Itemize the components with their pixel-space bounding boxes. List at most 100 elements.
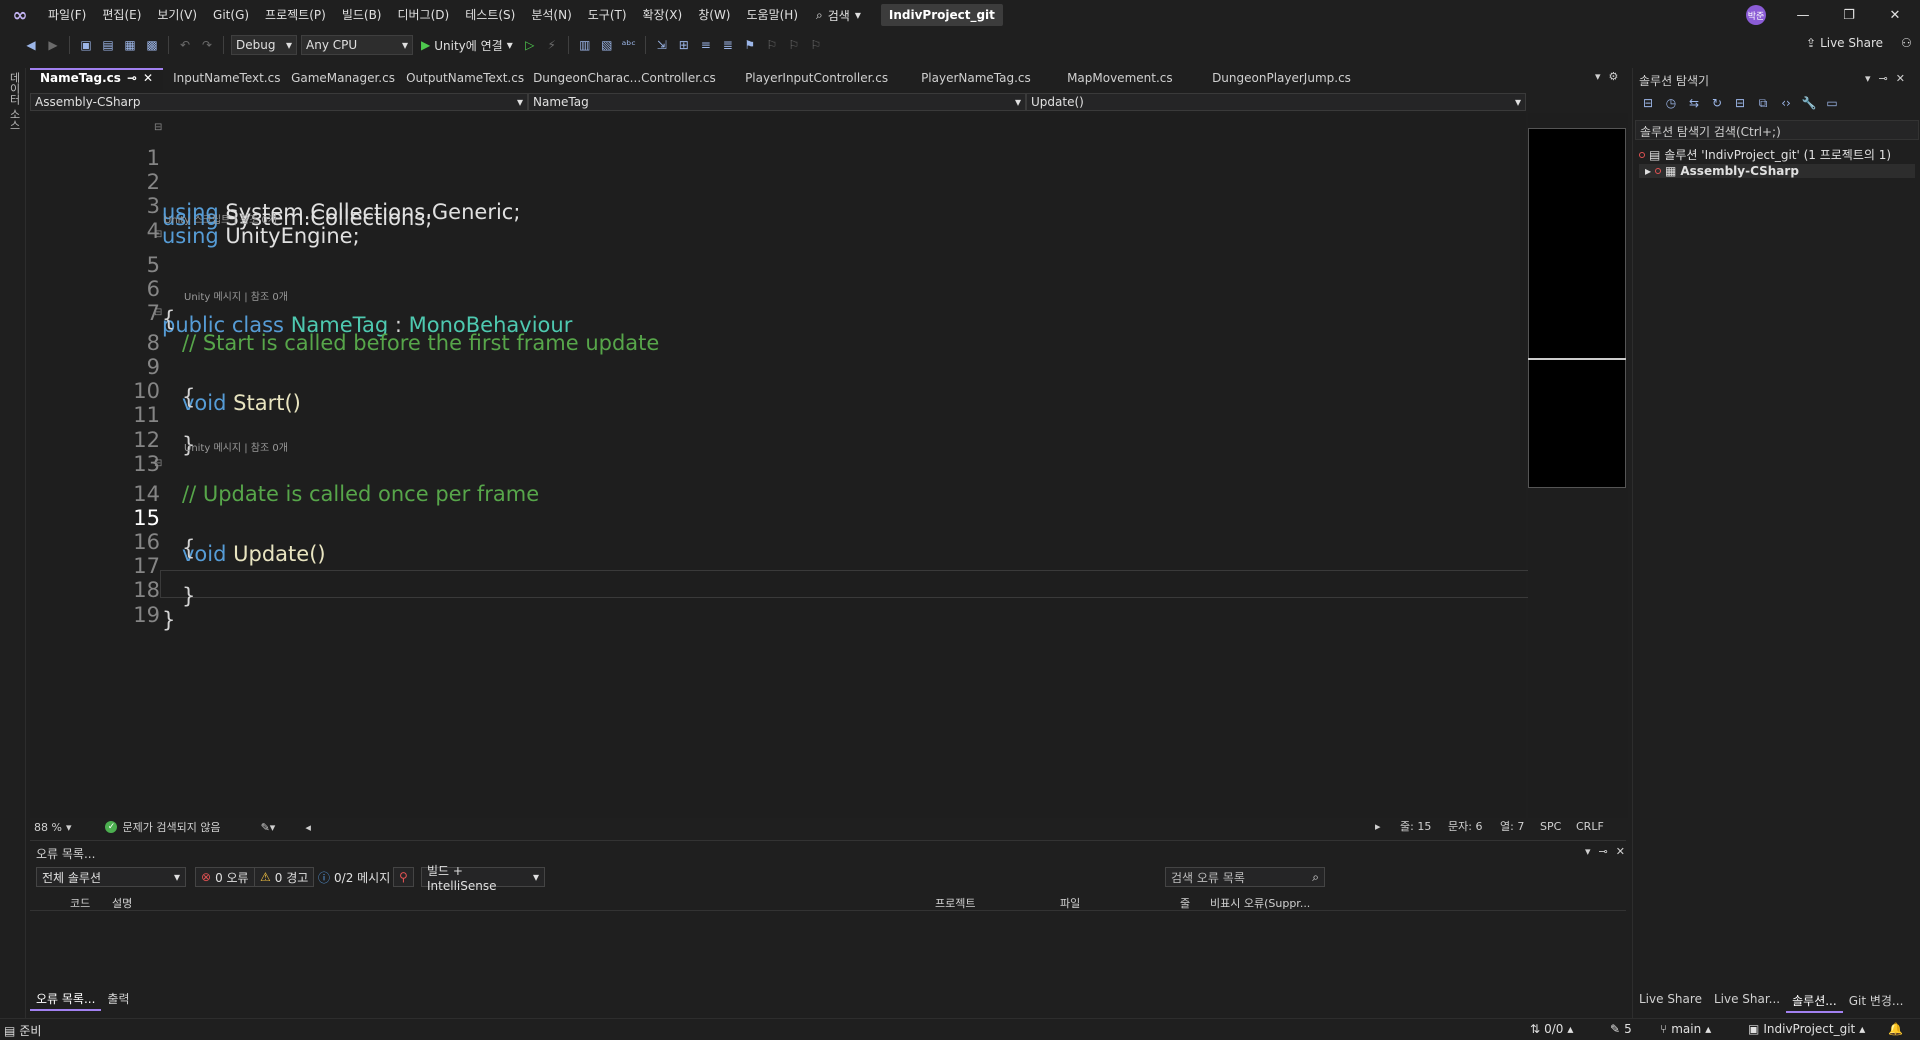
solution-name-badge[interactable]: IndivProject_git xyxy=(880,4,1003,26)
column-code[interactable]: 코드 xyxy=(70,895,90,911)
history-icon[interactable]: ◷ xyxy=(1662,94,1680,112)
tab-git-changes[interactable]: Git 변경... xyxy=(1843,990,1910,1013)
column-suppression[interactable]: 비표시 오류(Suppr... xyxy=(1210,895,1310,911)
code-view-icon[interactable]: ‹› xyxy=(1777,94,1795,112)
line-ending-indicator[interactable]: CRLF xyxy=(1576,818,1604,836)
tab-error-list[interactable]: 오류 목록... xyxy=(30,988,102,1011)
tab-playernametag[interactable]: PlayerNameTag.cs xyxy=(911,68,1057,90)
tree-item-project[interactable]: ▸ ▦ Assembly-CSharp xyxy=(1639,164,1915,178)
scope-select[interactable]: 전체 솔루션 ▾ xyxy=(36,867,186,887)
browse-icon[interactable]: ▥ xyxy=(576,36,594,54)
visual-studio-logo-icon[interactable]: ∞ xyxy=(0,0,40,30)
close-window-icon[interactable]: ✕ xyxy=(1872,0,1918,30)
tab-dungeonplayerjump[interactable]: DungeonPlayerJump.cs xyxy=(1202,68,1382,90)
tab-live-share[interactable]: Live Share xyxy=(1633,990,1708,1013)
new-project-icon[interactable]: ▣ xyxy=(77,36,95,54)
solution-search-input[interactable]: 솔루션 탐색기 검색(Ctrl+;) xyxy=(1635,120,1919,140)
collapse-all-icon[interactable]: ⊟ xyxy=(1731,94,1749,112)
redo-icon[interactable]: ↷ xyxy=(198,36,216,54)
menu-tools[interactable]: 도구(T) xyxy=(580,0,635,30)
close-icon[interactable]: ✕ xyxy=(143,71,153,90)
tab-gamemanager[interactable]: GameManager.cs xyxy=(281,68,396,90)
repository-selector[interactable]: ▣ IndivProject_git ▴ xyxy=(1748,1022,1865,1036)
menu-analyze[interactable]: 분석(N) xyxy=(523,0,579,30)
whitespace-indicator[interactable]: SPC xyxy=(1540,818,1561,836)
tab-live-share-2[interactable]: Live Shar... xyxy=(1708,990,1786,1013)
errors-filter-button[interactable]: ⊗ 0 오류 xyxy=(195,867,255,887)
clear-bookmarks-icon[interactable]: ⚐ xyxy=(807,36,825,54)
zoom-level[interactable]: 88 % xyxy=(34,821,62,834)
restore-icon[interactable]: ❐ xyxy=(1826,0,1872,30)
column-indicator[interactable]: 열: 7 xyxy=(1500,818,1524,836)
minimize-icon[interactable]: — xyxy=(1780,0,1826,30)
tab-dungeoncharactercontroller[interactable]: DungeonCharac...Controller.cs xyxy=(523,68,735,90)
tab-playerinputcontroller[interactable]: PlayerInputController.cs xyxy=(735,68,911,90)
column-file[interactable]: 파일 xyxy=(1060,895,1080,911)
sync-status[interactable]: ⇅ 0/0 ▴ xyxy=(1530,1022,1573,1036)
menu-debug[interactable]: 디버그(D) xyxy=(390,0,458,30)
type-dropdown[interactable]: NameTag ▾ xyxy=(528,93,1026,111)
menu-help[interactable]: 도움말(H) xyxy=(739,0,807,30)
chevron-down-icon[interactable]: ▾ xyxy=(66,821,72,834)
live-share-button[interactable]: ⇪ Live Share ⚇ xyxy=(1806,36,1912,50)
sync-icon[interactable]: ⇆ xyxy=(1685,94,1703,112)
feedback-icon[interactable]: ⚇ xyxy=(1901,36,1912,50)
error-search-input[interactable]: 검색 오류 목록 ⌕ xyxy=(1165,867,1325,887)
switch-views-icon[interactable]: ⊟ xyxy=(1639,94,1657,112)
pin-icon[interactable]: ⊸ xyxy=(1599,845,1608,858)
user-avatar[interactable]: 박준 xyxy=(1746,5,1766,25)
step-icon[interactable]: ⇲ xyxy=(653,36,671,54)
dropdown-icon[interactable]: ▾ xyxy=(1865,72,1871,85)
scroll-left-icon[interactable]: ◂ xyxy=(305,821,311,834)
tab-output[interactable]: 출력 xyxy=(101,988,135,1011)
configuration-select[interactable]: Debug ▾ xyxy=(231,35,297,55)
tree-item-solution[interactable]: ▤ 솔루션 'IndivProject_git' (1 프로젝트의 1) xyxy=(1639,146,1891,163)
data-sources-tab[interactable]: 데이터 소스 xyxy=(6,72,22,131)
line-indicator[interactable]: 줄: 15 xyxy=(1400,818,1431,836)
next-bookmark-icon[interactable]: ⚐ xyxy=(785,36,803,54)
menu-edit[interactable]: 편집(E) xyxy=(94,0,149,30)
tab-inputnametext[interactable]: InputNameText.cs xyxy=(163,68,281,90)
refresh-icon[interactable]: ↻ xyxy=(1708,94,1726,112)
member-dropdown[interactable]: Update() ▾ xyxy=(1026,93,1526,111)
attach-to-unity-button[interactable]: ▶ Unity에 연결 ▾ xyxy=(417,37,517,54)
warnings-filter-button[interactable]: ⚠ 0 경고 xyxy=(254,867,315,887)
column-line[interactable]: 줄 xyxy=(1180,895,1190,911)
spell-check-icon[interactable]: ᵃᵇᶜ xyxy=(620,36,638,54)
menu-file[interactable]: 파일(F) xyxy=(40,0,94,30)
hot-reload-icon[interactable]: ⚡ xyxy=(543,36,561,54)
settings-gear-icon[interactable]: ⚙ xyxy=(1609,70,1619,83)
forward-icon[interactable]: ▶ xyxy=(44,36,62,54)
char-indicator[interactable]: 문자: 6 xyxy=(1448,818,1482,836)
build-intellisense-select[interactable]: 빌드 + IntelliSense ▾ xyxy=(421,864,545,893)
menu-git[interactable]: Git(G) xyxy=(205,0,257,30)
solution-icon[interactable]: ⊞ xyxy=(675,36,693,54)
menu-project[interactable]: 프로젝트(P) xyxy=(257,0,334,30)
close-icon[interactable]: ✕ xyxy=(1896,72,1905,85)
tab-outputnametext[interactable]: OutputNameText.cs xyxy=(396,68,524,90)
pin-icon[interactable]: ⊸ xyxy=(1879,72,1888,85)
tab-solution-explorer[interactable]: 솔루션... xyxy=(1786,990,1843,1013)
close-icon[interactable]: ✕ xyxy=(1616,845,1625,858)
tab-mapmovement[interactable]: MapMovement.cs xyxy=(1057,68,1202,90)
open-folder-icon[interactable]: ▤ xyxy=(99,36,117,54)
properties-icon[interactable]: 🔧 xyxy=(1800,94,1818,112)
back-icon[interactable]: ◀ xyxy=(22,36,40,54)
prev-bookmark-icon[interactable]: ⚐ xyxy=(763,36,781,54)
filter-icon[interactable]: ⚲ xyxy=(393,867,414,887)
project-dropdown[interactable]: Assembly-CSharp ▾ xyxy=(30,93,528,111)
tab-nametag[interactable]: NameTag.cs ⊸ ✕ xyxy=(30,68,164,90)
save-icon[interactable]: ▦ xyxy=(121,36,139,54)
code-editor[interactable]: 1 ⊟ using System.Collections; 2 using Sy… xyxy=(30,113,1555,818)
layout-icon[interactable]: ▧ xyxy=(598,36,616,54)
menu-build[interactable]: 빌드(B) xyxy=(334,0,390,30)
branch-selector[interactable]: ⑂ main ▴ xyxy=(1660,1022,1711,1036)
notifications-icon[interactable]: 🔔 xyxy=(1888,1022,1903,1036)
dropdown-icon[interactable]: ▾ xyxy=(1585,845,1591,858)
bookmark-icon[interactable]: ⚑ xyxy=(741,36,759,54)
preview-icon[interactable]: ▭ xyxy=(1823,94,1841,112)
pending-changes[interactable]: ✎ 5 xyxy=(1610,1022,1632,1036)
column-project[interactable]: 프로젝트 xyxy=(935,895,975,911)
expand-chevron-icon[interactable]: ▸ xyxy=(1645,164,1651,178)
platform-select[interactable]: Any CPU ▾ xyxy=(301,35,413,55)
